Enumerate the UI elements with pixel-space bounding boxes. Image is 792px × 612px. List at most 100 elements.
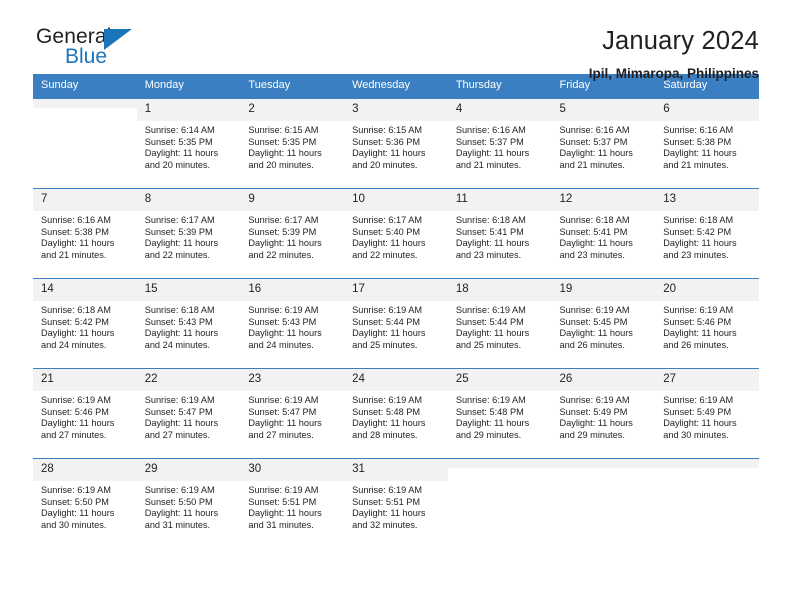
calendar-day-cell[interactable]: 21 Sunrise: 6:19 AM Sunset: 5:46 PM Dayligh…	[33, 368, 137, 459]
day-number: 7	[33, 189, 137, 211]
daylight-text-line2: and 22 minutes.	[248, 249, 314, 260]
calendar-day-cell[interactable]: 31 Sunrise: 6:19 AM Sunset: 5:51 PM Dayligh…	[344, 458, 448, 548]
daylight-text-line2: and 28 minutes.	[352, 429, 418, 440]
calendar-day-cell[interactable]: 16 Sunrise: 6:19 AM Sunset: 5:43 PM Dayligh…	[240, 278, 345, 369]
day-cell-inner: 22 Sunrise: 6:19 AM Sunset: 5:47 PM Dayligh…	[136, 369, 241, 458]
calendar-day-cell[interactable]: 30 Sunrise: 6:19 AM Sunset: 5:51 PM Dayligh…	[240, 458, 345, 548]
day-cell-inner: 2 Sunrise: 6:15 AM Sunset: 5:35 PM Daylight…	[240, 99, 345, 188]
calendar-day-cell[interactable]: 14 Sunrise: 6:18 AM Sunset: 5:42 PM Dayligh…	[33, 278, 137, 369]
day-number: 1	[136, 99, 241, 121]
day-cell-inner: 29 Sunrise: 6:19 AM Sunset: 5:50 PM Dayligh…	[136, 459, 241, 548]
day-cell-inner: 20 Sunrise: 6:19 AM Sunset: 5:46 PM Dayligh…	[655, 279, 759, 368]
calendar-day-cell[interactable]: 9 Sunrise: 6:17 AM Sunset: 5:39 PM Daylight…	[240, 188, 345, 279]
calendar-day-cell[interactable]: 28 Sunrise: 6:19 AM Sunset: 5:50 PM Dayligh…	[33, 458, 137, 548]
sunset-text: Sunset: 5:49 PM	[663, 406, 732, 417]
sunset-text: Sunset: 5:35 PM	[144, 136, 213, 147]
calendar-day-cell[interactable]: 2 Sunrise: 6:15 AM Sunset: 5:35 PM Daylight…	[240, 98, 345, 189]
calendar-day-cell[interactable]: 3 Sunrise: 6:15 AM Sunset: 5:36 PM Daylight…	[344, 98, 448, 189]
day-cell-inner: 27 Sunrise: 6:19 AM Sunset: 5:49 PM Dayligh…	[655, 369, 759, 458]
sunrise-text: Sunrise: 6:15 AM	[248, 125, 319, 135]
sunset-text: Sunset: 5:46 PM	[663, 316, 732, 327]
calendar-day-cell[interactable]: 23 Sunrise: 6:19 AM Sunset: 5:47 PM Dayligh…	[240, 368, 345, 459]
day-cell-inner: 25 Sunrise: 6:19 AM Sunset: 5:48 PM Dayligh…	[447, 369, 552, 458]
calendar-day-cell[interactable]: 12 Sunrise: 6:18 AM Sunset: 5:41 PM Dayligh…	[551, 188, 656, 279]
calendar-day-cell[interactable]: 17 Sunrise: 6:19 AM Sunset: 5:44 PM Dayligh…	[344, 278, 448, 369]
day-cell-inner	[551, 459, 656, 548]
daylight-text-line1: Daylight: 11 hours	[455, 148, 530, 159]
daylight-text-line1: Daylight: 11 hours	[144, 508, 219, 519]
calendar-day-cell[interactable]: 7 Sunrise: 6:16 AM Sunset: 5:38 PM Daylight…	[33, 188, 137, 279]
calendar-day-cell[interactable]: 11 Sunrise: 6:18 AM Sunset: 5:41 PM Dayligh…	[447, 188, 552, 279]
daylight-text-line2: and 26 minutes.	[663, 339, 729, 350]
day-cell-inner	[447, 459, 552, 548]
sunset-text: Sunset: 5:45 PM	[559, 316, 628, 327]
calendar-page: General Blue January 2024 Ipil, Mimaropa…	[0, 0, 792, 612]
day-info: Sunrise: 6:19 AM Sunset: 5:51 PM Daylight:…	[240, 481, 344, 531]
sunset-text: Sunset: 5:47 PM	[144, 406, 213, 417]
daylight-text-line2: and 22 minutes.	[352, 249, 418, 260]
calendar-day-cell[interactable]: 19 Sunrise: 6:19 AM Sunset: 5:45 PM Dayligh…	[551, 278, 656, 369]
daylight-text-line2: and 24 minutes.	[41, 339, 107, 350]
daylight-text-line2: and 20 minutes.	[144, 159, 211, 170]
sunrise-text: Sunrise: 6:19 AM	[352, 305, 423, 315]
day-number: 5	[551, 99, 656, 121]
sunrise-text: Sunrise: 6:19 AM	[41, 485, 111, 495]
calendar-day-cell[interactable]: 18 Sunrise: 6:19 AM Sunset: 5:44 PM Dayligh…	[447, 278, 552, 369]
sunrise-text: Sunrise: 6:19 AM	[455, 305, 526, 315]
day-number	[447, 459, 552, 468]
day-number: 10	[344, 189, 448, 211]
day-cell-inner: 1 Sunrise: 6:14 AM Sunset: 5:35 PM Daylight…	[136, 99, 241, 188]
day-number: 15	[136, 279, 241, 301]
day-cell-inner: 16 Sunrise: 6:19 AM Sunset: 5:43 PM Dayligh…	[240, 279, 345, 368]
calendar-day-cell[interactable]: 22 Sunrise: 6:19 AM Sunset: 5:47 PM Dayligh…	[136, 368, 241, 459]
day-cell-inner: 4 Sunrise: 6:16 AM Sunset: 5:37 PM Daylight…	[447, 99, 552, 188]
calendar-day-cell[interactable]: 20 Sunrise: 6:19 AM Sunset: 5:46 PM Dayligh…	[655, 278, 759, 369]
daylight-text-line1: Daylight: 11 hours	[455, 238, 530, 249]
calendar-day-cell[interactable]: 13 Sunrise: 6:18 AM Sunset: 5:42 PM Dayligh…	[655, 188, 759, 279]
day-cell-inner: 14 Sunrise: 6:18 AM Sunset: 5:42 PM Dayligh…	[33, 279, 137, 368]
day-number: 22	[136, 369, 241, 391]
day-number: 29	[136, 459, 241, 481]
calendar-day-cell[interactable]: 5 Sunrise: 6:16 AM Sunset: 5:37 PM Daylight…	[551, 98, 656, 189]
sunrise-text: Sunrise: 6:17 AM	[144, 215, 215, 225]
day-info: Sunrise: 6:14 AM Sunset: 5:35 PM Daylight:…	[137, 121, 241, 171]
calendar-day-cell[interactable]: 24 Sunrise: 6:19 AM Sunset: 5:48 PM Dayligh…	[344, 368, 448, 459]
calendar-day-cell[interactable]: 8 Sunrise: 6:17 AM Sunset: 5:39 PM Daylight…	[136, 188, 241, 279]
calendar-day-cell-empty	[447, 458, 552, 548]
day-cell-inner: 5 Sunrise: 6:16 AM Sunset: 5:37 PM Daylight…	[551, 99, 656, 188]
sunrise-text: Sunrise: 6:19 AM	[41, 395, 111, 405]
daylight-text-line2: and 24 minutes.	[144, 339, 211, 350]
daylight-text-line1: Daylight: 11 hours	[248, 418, 322, 429]
day-cell-inner: 18 Sunrise: 6:19 AM Sunset: 5:44 PM Dayligh…	[447, 279, 552, 368]
sunset-text: Sunset: 5:48 PM	[352, 406, 421, 417]
calendar-day-cell[interactable]: 27 Sunrise: 6:19 AM Sunset: 5:49 PM Dayligh…	[655, 368, 759, 459]
calendar-day-cell[interactable]: 6 Sunrise: 6:16 AM Sunset: 5:38 PM Daylight…	[655, 98, 759, 189]
daylight-text-line2: and 30 minutes.	[41, 519, 107, 530]
brand-logo[interactable]: General Blue	[33, 26, 156, 78]
day-cell-inner: 23 Sunrise: 6:19 AM Sunset: 5:47 PM Dayligh…	[240, 369, 345, 458]
daylight-text-line1: Daylight: 11 hours	[455, 328, 530, 339]
daylight-text-line1: Daylight: 11 hours	[663, 418, 737, 429]
day-info: Sunrise: 6:19 AM Sunset: 5:47 PM Daylight:…	[240, 391, 344, 441]
sunset-text: Sunset: 5:38 PM	[41, 226, 109, 237]
calendar-day-cell[interactable]: 26 Sunrise: 6:19 AM Sunset: 5:49 PM Dayligh…	[551, 368, 656, 459]
daylight-text-line2: and 29 minutes.	[559, 429, 625, 440]
sunset-text: Sunset: 5:42 PM	[663, 226, 732, 237]
day-cell-inner: 26 Sunrise: 6:19 AM Sunset: 5:49 PM Dayligh…	[551, 369, 656, 458]
calendar-day-cell[interactable]: 29 Sunrise: 6:19 AM Sunset: 5:50 PM Dayligh…	[136, 458, 241, 548]
day-cell-inner: 10 Sunrise: 6:17 AM Sunset: 5:40 PM Dayligh…	[344, 189, 448, 278]
sunrise-text: Sunrise: 6:19 AM	[248, 395, 319, 405]
day-info: Sunrise: 6:16 AM Sunset: 5:38 PM Daylight:…	[33, 211, 137, 261]
day-info: Sunrise: 6:17 AM Sunset: 5:39 PM Daylight:…	[240, 211, 344, 261]
sunrise-text: Sunrise: 6:16 AM	[41, 215, 111, 225]
calendar-day-cell[interactable]: 4 Sunrise: 6:16 AM Sunset: 5:37 PM Daylight…	[447, 98, 552, 189]
daylight-text-line2: and 27 minutes.	[41, 429, 107, 440]
calendar-day-cell[interactable]: 10 Sunrise: 6:17 AM Sunset: 5:40 PM Dayligh…	[344, 188, 448, 279]
day-number	[655, 459, 759, 468]
calendar-day-cell[interactable]: 1 Sunrise: 6:14 AM Sunset: 5:35 PM Daylight…	[136, 98, 241, 189]
daylight-text-line2: and 27 minutes.	[248, 429, 314, 440]
daylight-text-line2: and 30 minutes.	[663, 429, 729, 440]
day-info: Sunrise: 6:17 AM Sunset: 5:40 PM Daylight:…	[344, 211, 448, 261]
calendar-day-cell[interactable]: 15 Sunrise: 6:18 AM Sunset: 5:43 PM Dayligh…	[136, 278, 241, 369]
calendar-day-cell[interactable]: 25 Sunrise: 6:19 AM Sunset: 5:48 PM Dayligh…	[447, 368, 552, 459]
